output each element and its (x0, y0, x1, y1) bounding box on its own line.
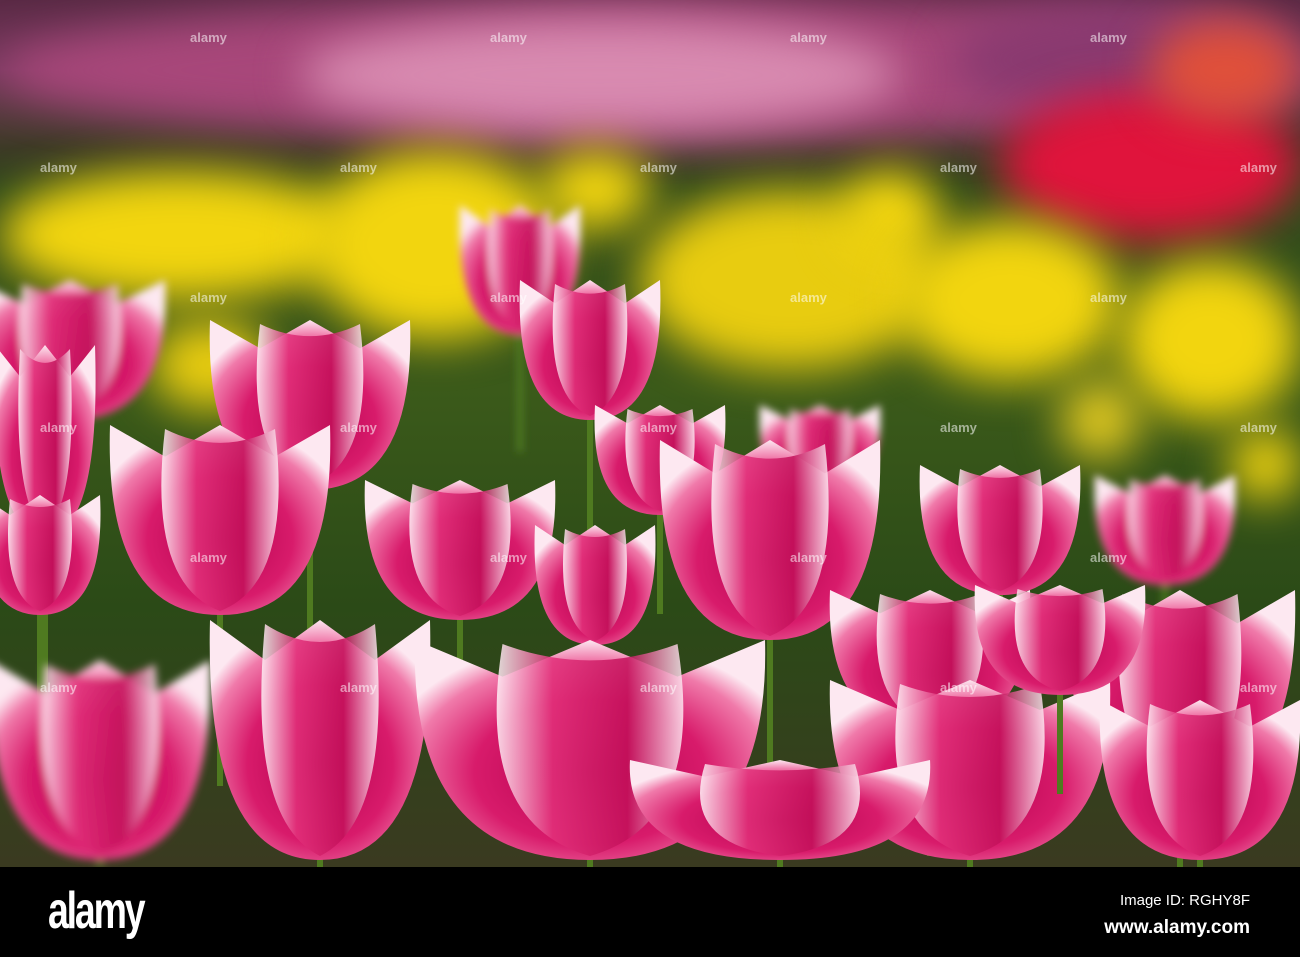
watermark: alamy (1240, 680, 1277, 695)
watermark: alamy (490, 550, 527, 565)
tulip-stem (587, 406, 593, 546)
watermark: alamy (40, 160, 77, 175)
site-url[interactable]: www.alamy.com (1104, 917, 1250, 939)
watermark: alamy (640, 420, 677, 435)
image-id: Image ID: RGHY8F (1119, 892, 1250, 909)
tulip (1099, 700, 1300, 867)
watermark: alamy (340, 420, 377, 435)
watermark: alamy (1090, 290, 1127, 305)
watermark: alamy (340, 680, 377, 695)
tulip (629, 760, 931, 867)
tulip-photo: alamy alamy alamy alamy alamy alamy alamy alamy… (0, 0, 1300, 867)
watermark: alamy (640, 160, 677, 175)
alamy-logo: alamy (48, 882, 146, 940)
watermark: alamy (40, 680, 77, 695)
watermark: alamy (1090, 30, 1127, 45)
watermark: alamy (790, 550, 827, 565)
watermark: alamy (940, 160, 977, 175)
watermark: alamy (40, 420, 77, 435)
tulip-stem (517, 322, 523, 452)
tulip-stem (1057, 684, 1063, 794)
watermark: alamy (190, 550, 227, 565)
watermark: alamy (940, 680, 977, 695)
watermark: alamy (190, 30, 227, 45)
watermark: alamy (790, 30, 827, 45)
footer-bar: alamy Image ID: RGHY8F www.alamy.com (0, 867, 1300, 957)
tulip (0, 660, 211, 867)
watermark: alamy (940, 420, 977, 435)
watermark: alamy (640, 680, 677, 695)
watermark: alamy (490, 290, 527, 305)
watermark: alamy (190, 290, 227, 305)
tulip-stem (657, 504, 663, 614)
watermark: alamy (790, 290, 827, 305)
watermark: alamy (1240, 160, 1277, 175)
tulip (209, 620, 431, 867)
watermark: alamy (1090, 550, 1127, 565)
watermark: alamy (490, 30, 527, 45)
watermark: alamy (1240, 420, 1277, 435)
watermark: alamy (340, 160, 377, 175)
